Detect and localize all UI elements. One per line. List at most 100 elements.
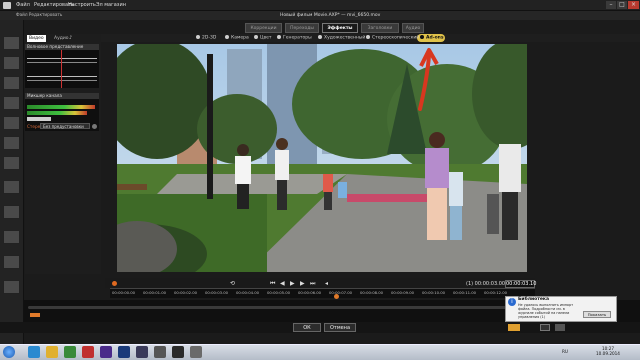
category-addons[interactable]: Ad-ons [420, 35, 444, 41]
preset-select[interactable]: Без предустановки [40, 123, 90, 129]
ruler-tick: 00:00:00.00 [112, 290, 136, 295]
bullet-icon [254, 35, 258, 39]
taskbar-premiere-icon[interactable] [100, 346, 112, 358]
go-end-button[interactable]: ⏭ [310, 280, 315, 288]
category-label: Художественный [324, 35, 366, 41]
tab-audio-panel[interactable]: Аудио [52, 35, 71, 42]
ruler-tick: 00:00:06.00 [298, 290, 322, 295]
menu-file[interactable]: Файл [16, 2, 30, 8]
category-label: Ad-ons [426, 35, 444, 41]
tab-corrections[interactable]: Коррекции [245, 23, 282, 33]
strip-thumbnail[interactable] [3, 255, 20, 269]
timeline-scrollbar[interactable] [28, 306, 588, 309]
bullet-icon [366, 35, 370, 39]
start-button[interactable] [3, 346, 15, 358]
category-artistic[interactable]: Художественный [318, 35, 365, 41]
strip-thumbnail[interactable] [3, 76, 20, 90]
volume-icon[interactable]: ◂ [325, 280, 328, 287]
tab-transitions[interactable]: Переходы [285, 23, 319, 33]
strip-thumbnail[interactable] [3, 36, 20, 50]
taskbar-app-icon[interactable] [154, 346, 166, 358]
system-clock[interactable]: 10:27 10.09.2014 [596, 346, 620, 356]
info-icon: i [508, 298, 516, 306]
cancel-button[interactable]: Отмена [324, 323, 356, 332]
clock-date: 10.09.2014 [596, 351, 620, 356]
category-stereoscopic[interactable]: Стереоскопический [366, 35, 419, 41]
bullet-icon [196, 35, 200, 39]
category-label: Генераторы [283, 35, 312, 41]
category-color[interactable]: Цвет [254, 35, 272, 41]
tab-titles[interactable]: Заголовки [361, 23, 399, 33]
ruler-tick: 00:00:04.00 [236, 290, 260, 295]
music-note-icon: ♪ [69, 35, 73, 41]
bullet-icon [225, 35, 229, 39]
strip-thumbnail[interactable] [3, 156, 20, 170]
timeline-tool-icon[interactable] [508, 324, 520, 331]
strip-thumbnail[interactable] [3, 205, 20, 219]
windows-taskbar [0, 344, 640, 360]
view-toggle-icon[interactable] [540, 324, 550, 331]
bullet-icon [420, 35, 424, 39]
category-label: Цвет [260, 35, 272, 41]
taskbar-app-icon[interactable] [136, 346, 148, 358]
category-2d3d[interactable]: 2D-3D [196, 35, 216, 41]
notification-title: Библиотека [518, 297, 550, 302]
category-camera[interactable]: Камера [225, 35, 249, 41]
bullet-icon [277, 35, 281, 39]
go-start-button[interactable]: ⏮ [270, 280, 275, 288]
strip-thumbnail[interactable] [3, 180, 20, 194]
taskbar-folder-icon[interactable] [46, 346, 58, 358]
tab-video[interactable]: Видео [27, 35, 46, 42]
tab-effects[interactable]: Эффекты [322, 23, 358, 33]
menu-configure[interactable]: Настроить [68, 2, 96, 8]
timecode-current[interactable]: 00:00:03.10 [505, 280, 536, 288]
view-toggle-icon[interactable] [555, 324, 565, 331]
record-indicator-icon [112, 281, 117, 286]
taskbar-app-icon[interactable] [172, 346, 184, 358]
ruler-tick: 00:00:01.00 [143, 290, 167, 295]
taskbar-app-icon[interactable] [82, 346, 94, 358]
strip-thumbnail[interactable] [3, 116, 20, 130]
app-logo-icon [3, 2, 11, 9]
waveform-line [27, 76, 97, 77]
taskbar-app-icon[interactable] [190, 346, 202, 358]
waveform-cursor [61, 50, 62, 88]
timeline-marker[interactable] [334, 294, 339, 299]
step-back-button[interactable]: ◀ [280, 280, 285, 287]
notification-show-button[interactable]: Показать [583, 311, 611, 318]
pan-knob[interactable] [92, 124, 97, 129]
ruler-tick: 00:00:10.00 [422, 290, 446, 295]
waveform-view [25, 50, 99, 88]
step-forward-button[interactable]: ▶ [300, 280, 305, 287]
ruler-tick: 00:00:07.00 [329, 290, 353, 295]
loop-button[interactable]: ⟲ [230, 280, 235, 287]
taskbar-photoshop-icon[interactable] [118, 346, 130, 358]
ruler-tick: 00:00:09.00 [391, 290, 415, 295]
meter-bar-right [27, 111, 87, 115]
category-generators[interactable]: Генераторы [277, 35, 312, 41]
strip-thumbnail[interactable] [3, 230, 20, 244]
play-button[interactable]: ▶ [290, 280, 295, 287]
mode-tabs: Коррекции Переходы Эффекты Заголовки Ауд… [220, 23, 424, 33]
strip-thumbnail[interactable] [3, 280, 20, 294]
menu-store[interactable]: Эл магазин [96, 2, 126, 8]
taskbar-app-icon[interactable] [64, 346, 76, 358]
notification-text: Не удалось выполнить импорт файла. Подро… [518, 303, 574, 319]
waveform-line [27, 62, 97, 63]
ok-button[interactable]: ОК [293, 323, 321, 332]
category-label: 2D-3D [202, 35, 217, 41]
minimize-button[interactable]: – [606, 1, 616, 9]
tab-audio[interactable]: Аудио [402, 23, 424, 33]
meter-slider[interactable] [27, 117, 51, 121]
strip-thumbnail[interactable] [3, 96, 20, 110]
strip-thumbnail[interactable] [3, 56, 20, 70]
maximize-button[interactable]: □ [617, 1, 627, 9]
close-button[interactable]: × [628, 1, 639, 9]
ruler-tick: 00:00:02.00 [174, 290, 198, 295]
project-title: Новый фильм Movie.AXP* — mvi_6650.mov [280, 13, 381, 18]
strip-thumbnail[interactable] [3, 136, 20, 150]
taskbar-ie-icon[interactable] [28, 346, 40, 358]
video-preview [117, 44, 527, 272]
timeline-clip[interactable] [30, 313, 40, 317]
language-indicator[interactable]: RU [562, 349, 568, 354]
